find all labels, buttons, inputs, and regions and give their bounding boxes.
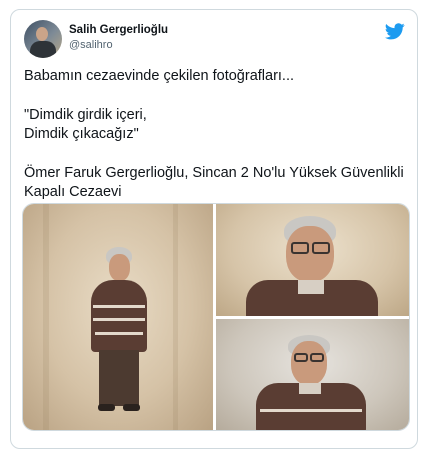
twitter-bird-icon[interactable] [385, 23, 405, 40]
tweet-card[interactable]: Salih Gergerlioğlu @salihro Babamın ceza… [10, 9, 418, 449]
avatar[interactable] [24, 20, 62, 58]
photo-portrait-front[interactable] [216, 319, 409, 430]
author-handle[interactable]: @salihro [69, 39, 113, 51]
photo-portrait-close[interactable] [216, 204, 409, 316]
tweet-quote: "Dimdik girdik içeri, Dimdik çıkacağız" [24, 106, 409, 144]
tweet-caption: Ömer Faruk Gergerlioğlu, Sincan 2 No'lu … [24, 165, 404, 200]
quote-line1: "Dimdik girdik içeri, [24, 107, 147, 123]
author-name[interactable]: Salih Gergerlioğlu [69, 24, 168, 36]
tweet-text-line1: Babamın cezaevinde çekilen fotoğrafları.… [24, 68, 295, 84]
quote-line2: Dimdik çıkacağız" [24, 126, 139, 142]
photo-full-body[interactable] [23, 204, 213, 430]
media-grid[interactable] [22, 203, 410, 431]
